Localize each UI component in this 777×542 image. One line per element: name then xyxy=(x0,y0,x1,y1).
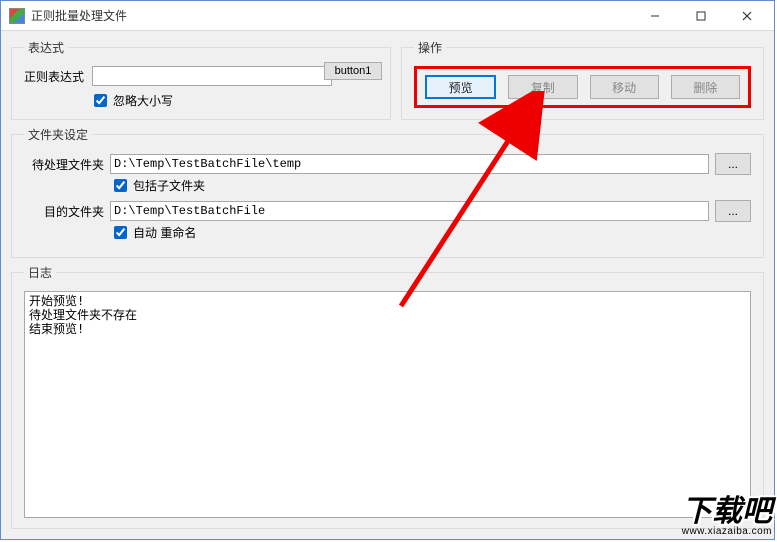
watermark-url: www.xiazaiba.com xyxy=(682,527,772,537)
expression-group: 表达式 button1 正则表达式 忽略大小写 xyxy=(11,39,391,120)
log-legend: 日志 xyxy=(24,264,56,281)
close-button[interactable] xyxy=(724,1,770,30)
window-title: 正则批量处理文件 xyxy=(31,7,632,24)
titlebar: 正则批量处理文件 xyxy=(1,1,774,31)
operations-legend: 操作 xyxy=(414,39,446,56)
minimize-button[interactable] xyxy=(632,1,678,30)
operations-highlight: 预览 复制 移动 删除 xyxy=(414,66,751,108)
auto-rename-checkbox[interactable] xyxy=(114,226,127,239)
operations-group: 操作 预览 复制 移动 删除 xyxy=(401,39,764,120)
source-browse-button[interactable]: ... xyxy=(715,153,751,175)
delete-button[interactable]: 删除 xyxy=(671,75,740,99)
dest-browse-button[interactable]: ... xyxy=(715,200,751,222)
include-subfolder-checkbox[interactable] xyxy=(114,179,127,192)
include-subfolder-label: 包括子文件夹 xyxy=(133,177,205,194)
regex-input[interactable] xyxy=(92,66,332,86)
copy-button[interactable]: 复制 xyxy=(508,75,577,99)
log-textarea[interactable] xyxy=(24,291,751,518)
maximize-button[interactable] xyxy=(678,1,724,30)
regex-label: 正则表达式 xyxy=(24,68,84,85)
source-folder-input[interactable] xyxy=(110,154,709,174)
auto-rename-label: 自动 重命名 xyxy=(133,224,196,241)
watermark: 下载吧 www.xiazaiba.com xyxy=(682,497,772,537)
button1[interactable]: button1 xyxy=(324,62,382,80)
preview-button[interactable]: 预览 xyxy=(425,75,496,99)
folders-legend: 文件夹设定 xyxy=(24,126,92,143)
source-folder-label: 待处理文件夹 xyxy=(24,156,104,173)
app-icon xyxy=(9,8,25,24)
expression-legend: 表达式 xyxy=(24,39,68,56)
move-button[interactable]: 移动 xyxy=(590,75,659,99)
dest-folder-input[interactable] xyxy=(110,201,709,221)
ignore-case-checkbox[interactable] xyxy=(94,94,107,107)
folders-group: 文件夹设定 待处理文件夹 ... 包括子文件夹 目的文件夹 ... 自动 重命名 xyxy=(11,126,764,258)
dest-folder-label: 目的文件夹 xyxy=(24,203,104,220)
ignore-case-label: 忽略大小写 xyxy=(113,92,173,109)
log-group: 日志 xyxy=(11,264,764,529)
watermark-text: 下载吧 xyxy=(682,495,772,528)
